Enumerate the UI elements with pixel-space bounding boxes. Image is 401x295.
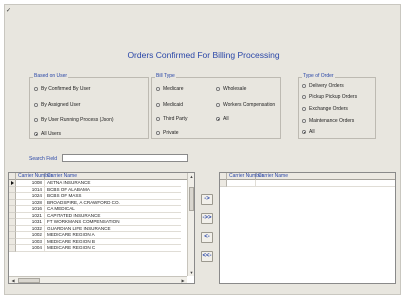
table-row[interactable]: 1004 MEDICARE REGION C: [9, 245, 188, 252]
header-carrier-name[interactable]: Carrier Name: [256, 173, 395, 180]
radio-third-party[interactable]: Third Party: [156, 116, 187, 122]
radio-exchange-orders[interactable]: Exchange Orders: [302, 106, 348, 112]
radio-icon: [216, 103, 220, 107]
radio-icon: [216, 87, 220, 91]
radio-wholesale[interactable]: Wholesale: [216, 86, 246, 92]
group-title: Type of Order: [302, 73, 335, 79]
new-row[interactable]: [220, 180, 395, 187]
radio-icon: [302, 107, 306, 111]
header-carrier-number[interactable]: Carrier Number: [16, 173, 52, 180]
header-carrier-name[interactable]: Carrier Name: [45, 173, 188, 180]
radio-icon: [302, 95, 306, 99]
radio-bill-type-all[interactable]: All: [216, 116, 229, 122]
scroll-thumb[interactable]: [18, 278, 40, 283]
scroll-left-icon[interactable]: ◀: [10, 278, 16, 283]
grid-header: Carrier Number Carrier Name: [9, 173, 188, 180]
radio-icon: [34, 103, 38, 107]
search-label: Search Field: [29, 156, 58, 162]
row-selector: [220, 180, 227, 187]
scroll-down-icon[interactable]: ▼: [189, 270, 194, 275]
radio-icon: [156, 87, 160, 91]
search-input[interactable]: [62, 154, 188, 162]
bill-type-group: Bill Type Medicare Wholesale Medicaid Wo…: [151, 73, 281, 139]
radio-private[interactable]: Private: [156, 130, 179, 136]
header-spacer: [220, 173, 227, 180]
add-selected-button[interactable]: ->: [201, 194, 213, 205]
carrier-number-cell[interactable]: 1004: [16, 245, 45, 252]
radio-selected-icon: [302, 130, 306, 134]
scroll-up-icon[interactable]: ▲: [189, 174, 194, 179]
radio-by-user-running-process[interactable]: By User Running Process (Json): [34, 117, 114, 123]
corner-check-icon: ✓: [6, 8, 12, 14]
vertical-scrollbar[interactable]: ▲ ▼: [187, 173, 194, 276]
radio-order-type-all[interactable]: All: [302, 129, 315, 135]
carrier-name-cell[interactable]: [256, 180, 395, 187]
radio-icon: [302, 119, 306, 123]
scroll-right-icon[interactable]: ▶: [180, 278, 186, 283]
radio-icon: [156, 103, 160, 107]
scroll-thumb[interactable]: [189, 187, 194, 211]
type-of-order-group: Type of Order Delivery Orders Pickup Pic…: [298, 73, 376, 139]
add-all-button[interactable]: ->>: [201, 213, 213, 224]
grid-header: Carrier Number Carrier Name: [220, 173, 395, 180]
radio-all-users[interactable]: All Users: [34, 131, 61, 137]
radio-icon: [34, 118, 38, 122]
based-on-user-group: Based on User By Confirmed By User By As…: [29, 73, 149, 139]
radio-workers-compensation[interactable]: Workers Compensation: [216, 102, 275, 108]
radio-icon: [302, 84, 306, 88]
radio-by-confirmed-user[interactable]: By Confirmed By User: [34, 86, 90, 92]
radio-delivery-orders[interactable]: Delivery Orders: [302, 83, 344, 89]
group-title: Based on User: [33, 73, 69, 79]
group-title: Bill Type: [155, 73, 176, 79]
radio-pickup-orders[interactable]: Pickup Pickup Orders: [302, 94, 357, 100]
remove-all-button[interactable]: <<-: [201, 251, 213, 262]
radio-icon: [156, 117, 160, 121]
page-title: Orders Confirmed For Billing Processing: [127, 50, 280, 60]
radio-selected-icon: [216, 117, 220, 121]
horizontal-scrollbar[interactable]: ◀ ▶: [9, 276, 187, 283]
radio-medicare[interactable]: Medicare: [156, 86, 184, 92]
radio-maintenance-orders[interactable]: Maintenance Orders: [302, 118, 354, 124]
row-selector[interactable]: [9, 245, 16, 252]
radio-by-assigned-user[interactable]: By Assigned User: [34, 102, 80, 108]
radio-icon: [156, 131, 160, 135]
carrier-name-cell[interactable]: MEDICARE REGION C: [45, 245, 181, 252]
current-row-arrow-icon: [10, 181, 14, 185]
carrier-number-cell[interactable]: [227, 180, 256, 187]
radio-icon: [34, 87, 38, 91]
header-carrier-number[interactable]: Carrier Number: [227, 173, 263, 180]
radio-medicaid[interactable]: Medicaid: [156, 102, 183, 108]
available-carriers-grid[interactable]: Carrier Number Carrier Name 1008 AETNA IN…: [8, 172, 195, 284]
radio-selected-icon: [34, 132, 38, 136]
remove-selected-button[interactable]: <-: [201, 232, 213, 243]
billing-window: ✓ Orders Confirmed For Billing Processin…: [4, 4, 401, 295]
selected-carriers-grid[interactable]: Carrier Number Carrier Name: [219, 172, 396, 284]
header-spacer: [9, 173, 16, 180]
